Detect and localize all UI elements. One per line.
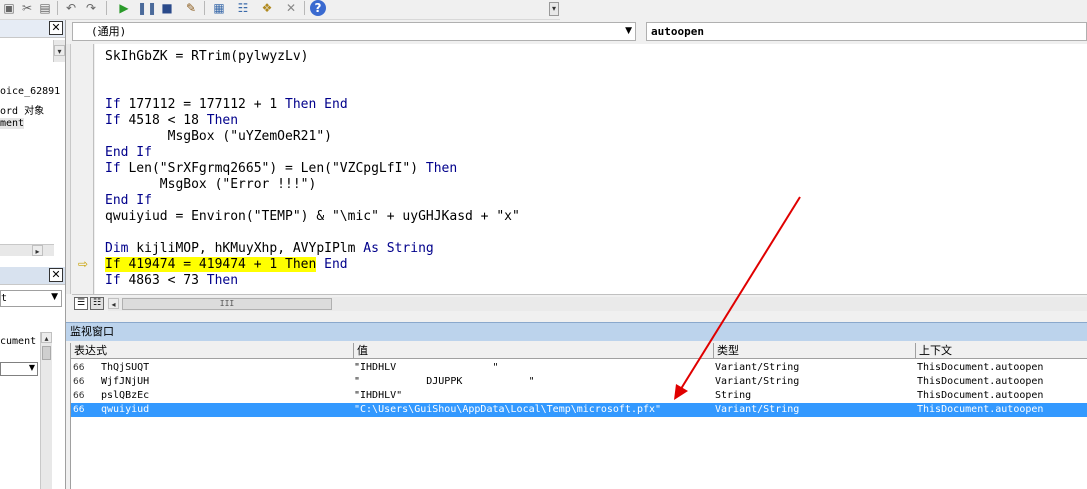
execution-pointer-icon: ⇨ (78, 257, 89, 271)
scroll-down-icon[interactable]: ▾ (54, 45, 65, 56)
full-module-view-icon[interactable]: ☷ (90, 297, 104, 310)
margin-indicator-strip (66, 44, 71, 294)
procedure-dropdown-value: autoopen (651, 25, 704, 38)
procedure-dropdown[interactable]: autoopen (646, 22, 1087, 41)
code-line: MsgBox ("Error !!!") (105, 177, 317, 192)
current-execution-line: If 419474 = 419474 + 1 Then End (105, 257, 348, 272)
property-value-select[interactable]: ▼ (0, 362, 38, 376)
scroll-left-icon[interactable]: ◂ (108, 298, 119, 309)
chevron-down-icon: ▼ (625, 26, 632, 36)
watch-type: Variant/String (715, 362, 800, 373)
watch-value: "C:\Users\GuiShou\AppData\Local\Temp\mic… (354, 404, 662, 415)
column-header-value[interactable]: 值 (354, 343, 714, 359)
execution-highlight: If 419474 = 419474 + 1 Then (105, 257, 317, 272)
toolbar-separator (304, 1, 305, 15)
watch-row[interactable]: 66 ThQjSUQT "IHDHLV " Variant/String Thi… (71, 361, 1087, 375)
toolbar-options-chevron-icon[interactable]: ▾ (549, 2, 559, 16)
watch-glasses-icon: 66 (73, 405, 85, 415)
chevron-down-icon: ▼ (28, 363, 35, 372)
watch-glasses-icon: 66 (73, 391, 85, 401)
save-icon[interactable]: ▣ (0, 0, 18, 16)
project-tree-item[interactable]: oice_62891 (0, 86, 60, 97)
watch-expression: qwuiyiud (101, 404, 150, 415)
object-dropdown-value: (通用) (91, 25, 127, 38)
chevron-down-icon: ▼ (51, 292, 58, 302)
code-editor[interactable]: SkIhGbZK = RTrim(pylwyzLv) If 177112 = 1… (95, 44, 1087, 294)
project-tree-scrollbar[interactable]: ▾ (53, 40, 65, 62)
project-explorer-icon[interactable]: ▦ (210, 0, 228, 16)
column-header-context[interactable]: 上下文 (916, 343, 1087, 359)
scroll-up-icon[interactable]: ▴ (41, 332, 52, 343)
properties-item[interactable]: cument (0, 336, 36, 347)
watch-expression: ThQjSUQT (101, 362, 150, 373)
project-explorer-header: ✕ (0, 20, 65, 38)
scroll-thumb[interactable]: III (122, 298, 332, 310)
toolbar-separator (204, 1, 205, 15)
toolbar-separator (57, 1, 58, 15)
paste-icon[interactable]: ▤ (36, 0, 54, 16)
reset-icon[interactable]: ■ (158, 0, 176, 16)
code-line: End If (105, 145, 152, 160)
watch-context: ThisDocument.autoopen (917, 390, 1044, 401)
properties-icon[interactable]: ☷ (234, 0, 252, 16)
code-line: End If (105, 193, 152, 208)
column-header-type[interactable]: 类型 (714, 343, 916, 359)
watch-value: "IHDHLV" (354, 390, 403, 401)
code-bottom-bar: ☰ ☷ ◂ III (72, 294, 1087, 312)
watch-type: Variant/String (715, 404, 800, 415)
standard-toolbar: ▣ ✂ ▤ ↶ ↷ ▶ ❚❚ ■ ✎ ▦ ☷ ❖ ✕ ? ▾ (0, 0, 560, 20)
code-line: If 4518 < 18 Then (105, 113, 239, 128)
project-explorer-panel: ✕ ▾ oice_62891 ord 对象 ment ▸ ✕ t ▼ cumen… (0, 20, 66, 489)
properties-scrollbar[interactable]: ▴ (40, 332, 52, 489)
watch-expression: WjfJNjUH (101, 376, 150, 387)
column-header-expression[interactable]: 表达式 (71, 343, 354, 359)
watch-context: ThisDocument.autoopen (917, 404, 1044, 415)
watch-window-title: 监视窗口 (66, 322, 1087, 341)
code-line: SkIhGbZK = RTrim(pylwyzLv) (105, 49, 309, 64)
properties-header: ✕ (0, 267, 65, 285)
procedure-view-icon[interactable]: ☰ (74, 297, 88, 310)
watch-context: ThisDocument.autoopen (917, 376, 1044, 387)
watch-row[interactable]: 66 pslQBzEc "IHDHLV" String ThisDocument… (71, 389, 1087, 403)
watch-expression: pslQBzEc (101, 390, 150, 401)
watch-glasses-icon: 66 (73, 377, 85, 387)
project-tree-hscroll[interactable]: ▸ (0, 244, 54, 256)
object-browser-icon[interactable]: ❖ (258, 0, 276, 16)
code-line: Dim kijliMOP, hKMuyXhp, AVYpIPlm As Stri… (105, 241, 434, 256)
toolbox-icon[interactable]: ✕ (282, 0, 300, 16)
project-tree-item[interactable]: ord 对象 (0, 102, 44, 117)
watch-type: Variant/String (715, 376, 800, 387)
design-mode-icon[interactable]: ✎ (182, 0, 200, 16)
close-icon[interactable]: ✕ (49, 268, 63, 282)
watch-row[interactable]: 66 WjfJNjUH " DJUPPK " Variant/String Th… (71, 375, 1087, 389)
help-icon[interactable]: ? (310, 0, 326, 16)
watch-value: "IHDHLV " (354, 362, 499, 373)
scroll-right-icon[interactable]: ▸ (32, 245, 43, 256)
code-line: If 4863 < 73 Then (105, 273, 239, 288)
code-line: MsgBox ("uYZemOeR21") (105, 129, 332, 144)
run-icon[interactable]: ▶ (115, 0, 133, 16)
toolbar-separator (106, 1, 107, 15)
break-icon[interactable]: ❚❚ (137, 0, 157, 16)
object-dropdown[interactable]: (通用) ▼ (72, 22, 636, 41)
cut-icon[interactable]: ✂ (18, 0, 36, 16)
properties-object-select[interactable]: t ▼ (0, 290, 62, 307)
scroll-thumb[interactable] (42, 346, 51, 360)
code-hscroll[interactable]: ◂ III (108, 297, 1087, 311)
undo-icon[interactable]: ↶ (62, 0, 80, 16)
watch-glasses-icon: 66 (73, 363, 85, 373)
code-line: If Len("SrXFgrmq2665") = Len("VZCpgLfI")… (105, 161, 458, 176)
close-icon[interactable]: ✕ (49, 21, 63, 35)
watch-row-selected[interactable]: 66 qwuiyiud "C:\Users\GuiShou\AppData\Lo… (71, 403, 1087, 417)
watch-context: ThisDocument.autoopen (917, 362, 1044, 373)
code-line: qwuiyiud = Environ("TEMP") & "\mic" + uy… (105, 209, 520, 224)
project-tree-item[interactable]: ment (0, 118, 25, 129)
redo-icon[interactable]: ↷ (82, 0, 100, 16)
watch-window[interactable]: 表达式 值 类型 上下文 66 ThQjSUQT "IHDHLV " Varia… (70, 343, 1087, 489)
watch-type: String (715, 390, 752, 401)
watch-value: " DJUPPK " (354, 376, 535, 387)
code-line: If 177112 = 177112 + 1 Then End (105, 97, 348, 112)
